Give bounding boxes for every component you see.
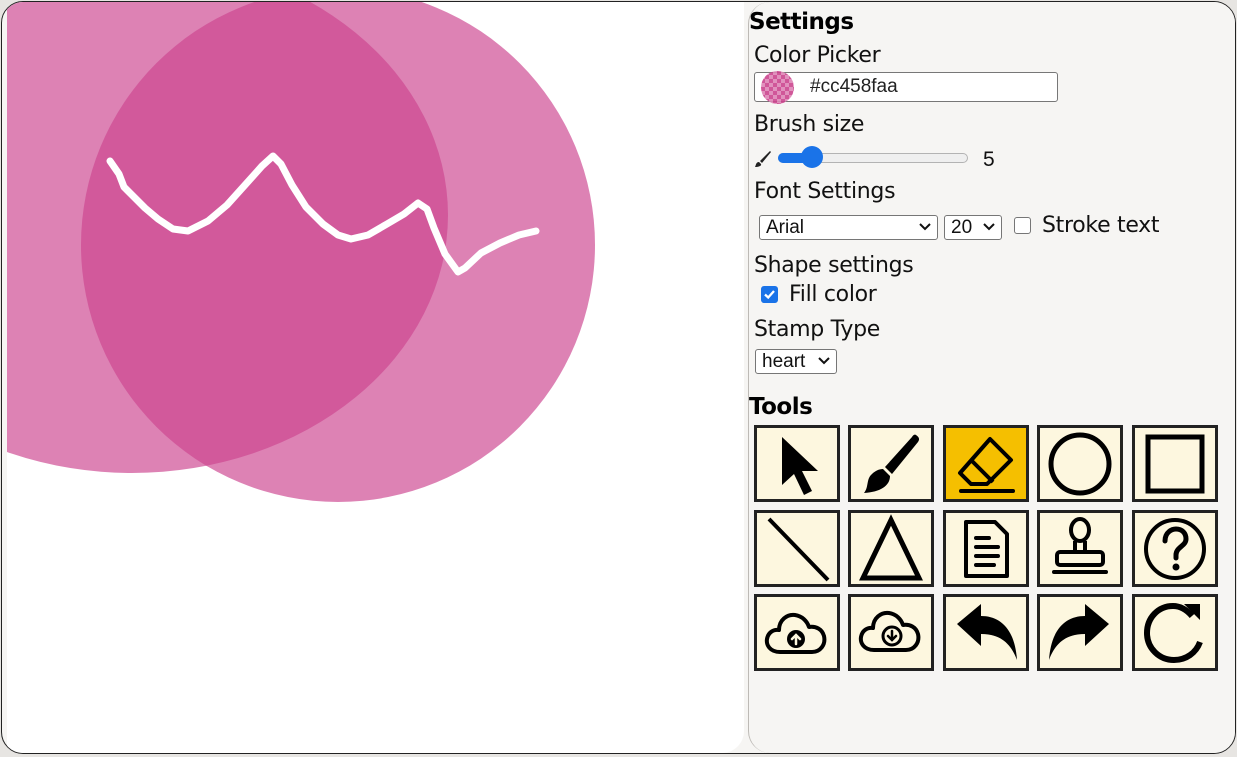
tool-redo[interactable]: [1037, 594, 1123, 671]
color-value[interactable]: #cc458faa: [810, 76, 898, 98]
line-icon: [767, 517, 830, 581]
triangle-icon: [859, 513, 923, 580]
cloud-upload-icon: [764, 612, 827, 654]
font-size-select[interactable]: 20: [944, 215, 1002, 240]
tool-clear[interactable]: [1132, 594, 1218, 671]
question-icon: [1144, 517, 1206, 580]
tool-download[interactable]: [848, 594, 934, 671]
paintbrush-icon: [755, 151, 771, 167]
drawn-circle-right: [81, 2, 595, 502]
tool-triangle[interactable]: [848, 510, 934, 587]
stamp-type-select[interactable]: heart: [755, 349, 837, 374]
tool-circle[interactable]: [1037, 425, 1123, 502]
tool-upload[interactable]: [754, 594, 840, 671]
undo-arrow-icon: [957, 603, 1017, 660]
circle-icon: [1048, 432, 1112, 495]
canvas-drawing[interactable]: [7, 2, 744, 753]
tool-stamp[interactable]: [1037, 510, 1123, 587]
font-settings-label: Font Settings: [754, 179, 896, 204]
color-picker-label: Color Picker: [754, 43, 881, 68]
eraser-icon: [958, 436, 1015, 493]
brush-size-row: 5: [754, 144, 1014, 172]
stroke-text-checkbox[interactable]: [1014, 217, 1031, 234]
brush-size-slider-thumb[interactable]: [801, 146, 823, 168]
color-swatch[interactable]: [761, 71, 794, 104]
tool-brush[interactable]: [848, 425, 934, 502]
tool-eraser[interactable]: [943, 425, 1029, 502]
chevron-down-icon: [818, 357, 830, 365]
square-icon: [1145, 434, 1205, 493]
font-family-select[interactable]: Arial: [759, 215, 938, 240]
tools-heading: Tools: [749, 394, 813, 420]
settings-panel: Settings Color Picker #cc458faa Brush si…: [748, 2, 1235, 753]
reset-icon: [1143, 602, 1203, 663]
app-window: Settings Color Picker #cc458faa Brush si…: [1, 1, 1236, 754]
brush-size-label: Brush size: [754, 112, 865, 137]
color-picker-input[interactable]: #cc458faa: [754, 71, 1058, 104]
chevron-down-icon: [919, 223, 931, 231]
redo-arrow-icon: [1049, 603, 1109, 660]
settings-heading: Settings: [749, 9, 854, 35]
stamp-type-value: heart: [762, 351, 806, 372]
cloud-download-icon: [858, 610, 921, 652]
tool-select[interactable]: [754, 425, 840, 502]
checkmark-icon: [764, 290, 775, 300]
stamp-icon: [1052, 516, 1108, 574]
font-family-value: Arial: [766, 217, 805, 238]
tool-undo[interactable]: [943, 594, 1029, 671]
tool-line[interactable]: [754, 510, 840, 587]
tool-text[interactable]: [943, 510, 1029, 587]
stroke-text-label: Stroke text: [1042, 213, 1160, 238]
fill-color-checkbox[interactable]: [761, 286, 778, 303]
paintbrush-icon: [864, 434, 920, 493]
document-icon: [964, 519, 1009, 578]
shape-settings-label: Shape settings: [754, 253, 914, 278]
chevron-down-icon: [983, 223, 995, 231]
tool-square[interactable]: [1132, 425, 1218, 502]
tool-help[interactable]: [1132, 510, 1218, 587]
fill-color-label: Fill color: [789, 282, 877, 307]
drawing-canvas[interactable]: [7, 2, 744, 753]
brush-size-value: 5: [983, 148, 995, 171]
cursor-arrow-icon: [782, 436, 818, 495]
font-size-value: 20: [951, 217, 973, 238]
stamp-type-label: Stamp Type: [754, 317, 880, 342]
